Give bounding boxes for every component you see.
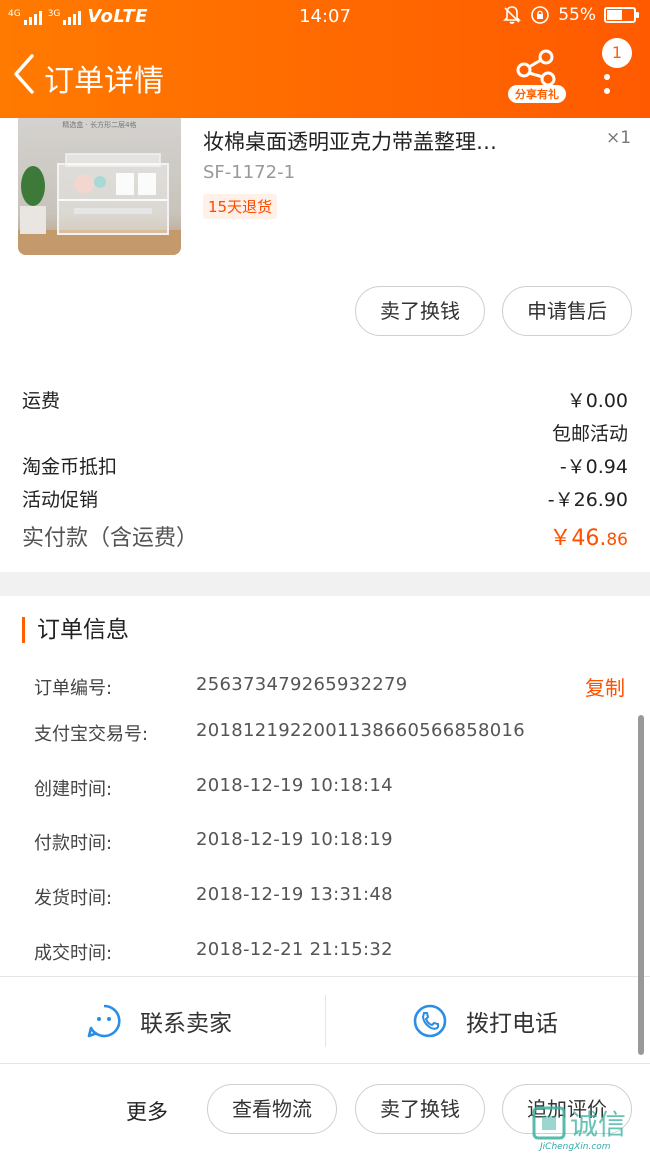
share-icon	[516, 49, 556, 87]
call-phone-label: 拨打电话	[466, 1011, 558, 1037]
order-info-label: 订单编号:	[34, 678, 113, 699]
order-info-value: 256373479265932279	[196, 674, 408, 695]
order-info-row: 发货时间: 2018-12-19 13:31:48	[34, 884, 634, 910]
page-title: 订单详情	[44, 64, 164, 99]
product-quantity: ×1	[606, 128, 632, 148]
section-divider	[0, 572, 650, 596]
phone-icon	[413, 1004, 447, 1038]
sell-for-cash-button-bottom[interactable]: 卖了换钱	[355, 1084, 485, 1134]
contact-seller-label: 联系卖家	[140, 1011, 232, 1037]
contact-divider	[325, 995, 326, 1047]
mute-bell-icon	[503, 6, 522, 24]
app-header: 4G 3G VoLTE 14:07 55% 订单详情 分享有礼	[0, 0, 650, 118]
product-image[interactable]: 精选盒 · 长方形二层4格	[18, 118, 181, 255]
order-info-row: 付款时间: 2018-12-19 10:18:19	[34, 829, 634, 855]
status-right: 55%	[502, 5, 639, 25]
order-info-value: 2018-12-19 13:31:48	[196, 884, 393, 905]
product-sku: SF-1172-1	[203, 162, 296, 183]
chat-face-icon	[87, 1004, 121, 1038]
order-info-row: 支付宝交易号: 2018121922001138660566858016	[34, 720, 634, 746]
total-value: ￥46.86	[549, 520, 628, 552]
watermark-site: JiChengXin.com	[540, 1142, 611, 1152]
total-row: 实付款（含运费） ￥46.86	[22, 520, 628, 552]
watermark-text: 诚信	[570, 1108, 626, 1141]
order-info-heading: 订单信息	[22, 617, 129, 643]
more-actions-button[interactable]: 更多	[126, 1096, 168, 1126]
message-count-badge: 1	[602, 38, 632, 68]
promo-value: -￥26.90	[547, 489, 628, 511]
product-image-caption: 精选盒 · 长方形二层4格	[62, 121, 137, 129]
product-photo-art	[18, 153, 181, 255]
shipping-value: ￥0.00	[566, 390, 628, 412]
shipping-label: 运费	[22, 390, 61, 412]
order-info-row: 订单编号: 256373479265932279	[34, 674, 634, 700]
promo-row: 活动促销 -￥26.90	[22, 485, 628, 512]
order-info-label: 支付宝交易号:	[34, 724, 149, 745]
rotation-lock-icon	[531, 6, 550, 24]
status-bar: 4G 3G VoLTE 14:07 55%	[0, 0, 650, 34]
order-info-label: 付款时间:	[34, 833, 113, 854]
shipping-row: 运费 ￥0.00	[22, 386, 628, 413]
share-label: 分享有礼	[508, 85, 566, 103]
contact-bar: 联系卖家 拨打电话	[0, 976, 650, 1064]
product-card[interactable]: 精选盒 · 长方形二层4格 妆棉桌面透明亚克力带盖整理… ×1 SF-1172-…	[0, 118, 650, 268]
scrollbar[interactable]	[638, 715, 644, 1055]
back-arrow-icon[interactable]	[10, 52, 40, 96]
total-label: 实付款（含运费）	[22, 526, 199, 551]
view-logistics-button[interactable]: 查看物流	[207, 1084, 337, 1134]
order-info-row: 创建时间: 2018-12-19 10:18:14	[34, 775, 634, 801]
call-phone-button[interactable]: 拨打电话	[412, 977, 558, 1065]
shipping-note: 包邮活动	[551, 423, 628, 445]
coin-label: 淘金币抵扣	[22, 456, 118, 478]
share-button[interactable]: 分享有礼	[508, 48, 566, 104]
copy-order-number-button[interactable]: 复制	[585, 672, 625, 701]
order-info-value: 2018121922001138660566858016	[196, 720, 526, 741]
order-info-label: 创建时间:	[34, 779, 113, 800]
order-info-row: 成交时间: 2018-12-21 21:15:32	[34, 939, 634, 965]
total-main: ￥46.	[549, 526, 607, 551]
total-cents: 86	[606, 530, 628, 550]
sell-for-cash-button[interactable]: 卖了换钱	[355, 286, 485, 336]
order-info-value: 2018-12-21 21:15:32	[196, 939, 393, 960]
contact-seller-button[interactable]: 联系卖家	[86, 977, 232, 1065]
order-info-label: 成交时间:	[34, 943, 113, 964]
battery-percent: 55%	[558, 5, 596, 25]
promo-label: 活动促销	[22, 489, 99, 511]
coin-row: 淘金币抵扣 -￥0.94	[22, 452, 628, 479]
order-info-value: 2018-12-19 10:18:19	[196, 829, 393, 850]
return-policy-badge: 15天退货	[203, 194, 278, 219]
order-info-value: 2018-12-19 10:18:14	[196, 775, 393, 796]
coin-value: -￥0.94	[559, 456, 628, 478]
battery-icon	[604, 7, 639, 23]
after-sale-button[interactable]: 申请售后	[502, 286, 632, 336]
nav-bar: 订单详情 分享有礼	[0, 34, 650, 118]
product-title[interactable]: 妆棉桌面透明亚克力带盖整理…	[203, 126, 593, 156]
order-info-label: 发货时间:	[34, 888, 113, 909]
